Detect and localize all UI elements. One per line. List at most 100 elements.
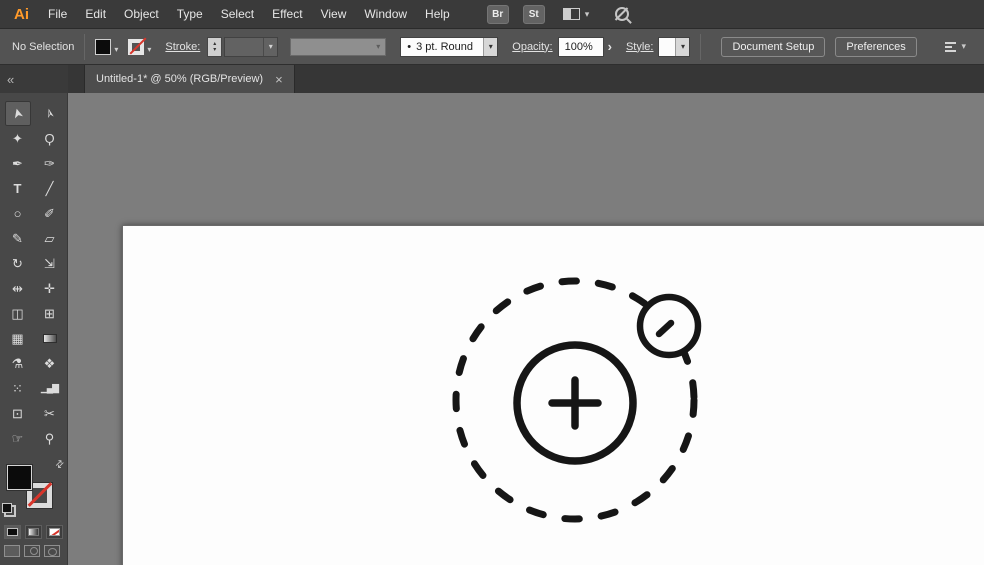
chevron-down-icon[interactable]: ▾ xyxy=(371,39,385,55)
tool-eraser[interactable]: ▱ xyxy=(37,226,63,251)
fill-swatch[interactable] xyxy=(7,465,32,490)
chevron-down-icon[interactable]: ▾ xyxy=(147,45,151,54)
stroke-weight-combo[interactable]: ▾ xyxy=(224,36,279,57)
style-combo[interactable]: ▾ xyxy=(658,36,691,57)
color-button[interactable] xyxy=(4,525,21,539)
menu-window[interactable]: Window xyxy=(355,0,416,29)
chevron-down-icon[interactable]: ▾ xyxy=(114,45,118,54)
tools-panel: ➤ ➢ ✦ Ϙ ✒ ✑ T ╱ ○ ✐ ✎ ▱ ↻ ⇲ ⇹ ✛ ◫ ⊞ ▦ ■ ⚗ ❖ ⁙ ▁▄▇ ⊡ ✂ ☞ ⚲ ⇄ xyxy=(0,93,68,565)
collapse-tools-panel-button[interactable]: « xyxy=(0,65,68,93)
eyedropper-icon: ⚗ xyxy=(11,356,24,371)
menubar-menus: File Edit Object Type Select Effect View Window… xyxy=(39,0,459,29)
menu-file[interactable]: File xyxy=(39,0,76,29)
fill-color-swatch[interactable] xyxy=(95,38,112,55)
tool-selection[interactable]: ➤ xyxy=(4,101,31,126)
tool-width[interactable]: ⇹ xyxy=(5,276,31,301)
color-mode-buttons xyxy=(4,525,63,539)
tool-symbol-sprayer[interactable]: ⁙ xyxy=(5,376,31,401)
tool-blend[interactable]: ❖ xyxy=(37,351,63,376)
width-profile-combo[interactable]: ▾ xyxy=(290,37,387,56)
align-dropdown[interactable]: ▾ xyxy=(945,41,966,52)
document-tab[interactable]: Untitled-1* @ 50% (RGB/Preview) × xyxy=(84,65,295,93)
curvature-icon: ✑ xyxy=(44,156,55,171)
divider xyxy=(84,33,86,60)
draw-inside-button[interactable] xyxy=(44,545,60,557)
chevron-down-icon[interactable]: ▾ xyxy=(263,37,277,56)
draw-behind-button[interactable] xyxy=(24,545,40,557)
tool-slice[interactable]: ✂ xyxy=(37,401,63,426)
stepper-down-icon[interactable]: ▾ xyxy=(213,47,216,53)
style-label[interactable]: Style: xyxy=(626,41,654,53)
atom-illustration[interactable] xyxy=(68,93,984,565)
chevron-right-icon[interactable]: › xyxy=(608,39,612,54)
chevron-down-icon[interactable]: ▾ xyxy=(675,37,690,56)
chevron-down-icon[interactable]: ▾ xyxy=(483,37,498,56)
tool-scale[interactable]: ⇲ xyxy=(37,251,63,276)
drawing-mode-buttons xyxy=(4,545,60,557)
stroke-color-swatch[interactable] xyxy=(128,38,145,55)
tool-lasso[interactable]: Ϙ xyxy=(37,126,63,151)
none-button[interactable] xyxy=(46,525,63,539)
shape-builder-icon: ◫ xyxy=(11,306,24,321)
menu-effect[interactable]: Effect xyxy=(263,0,311,29)
tool-line-segment[interactable]: ╱ xyxy=(37,176,63,201)
tool-ellipse[interactable]: ○ xyxy=(5,201,31,226)
style-value xyxy=(659,37,676,56)
default-fill-stroke-icon[interactable] xyxy=(2,503,16,517)
selection-icon: ➤ xyxy=(8,106,27,121)
brush-combo[interactable]: • 3 pt. Round ▾ xyxy=(400,36,499,57)
canvas-area[interactable] xyxy=(68,93,984,565)
tool-pen[interactable]: ✒ xyxy=(5,151,31,176)
tool-eyedropper[interactable]: ⚗ xyxy=(5,351,31,376)
tab-bar: « Untitled-1* @ 50% (RGB/Preview) × xyxy=(0,65,984,93)
tool-pencil[interactable]: ✎ xyxy=(5,226,31,251)
menu-edit[interactable]: Edit xyxy=(76,0,115,29)
gradient-button[interactable] xyxy=(25,525,42,539)
line-segment-icon: ╱ xyxy=(45,181,54,196)
tool-magic-wand[interactable]: ✦ xyxy=(5,126,31,151)
plus-icon[interactable] xyxy=(548,376,602,430)
mesh-icon: ▦ xyxy=(11,331,24,346)
tool-type[interactable]: T xyxy=(5,176,31,201)
gradient-icon xyxy=(28,528,39,536)
control-bar: No Selection ▾ ▾ Stroke: ▴ ▾ ▾ ▾ • 3 pt.… xyxy=(0,29,984,65)
direct-selection-icon: ➢ xyxy=(40,106,59,121)
bridge-button[interactable]: Br xyxy=(486,4,509,24)
pencil-icon: ✎ xyxy=(12,231,23,246)
document-setup-button[interactable]: Document Setup xyxy=(721,36,826,57)
close-tab-icon[interactable]: × xyxy=(275,72,283,87)
selection-status: No Selection xyxy=(12,40,75,53)
artboard-icon: ⊡ xyxy=(12,406,23,421)
menu-help[interactable]: Help xyxy=(416,0,459,29)
draw-normal-button[interactable] xyxy=(4,545,20,557)
tool-free-transform[interactable]: ✛ xyxy=(37,276,63,301)
menu-view[interactable]: View xyxy=(312,0,356,29)
tool-shape-builder[interactable]: ◫ xyxy=(5,301,31,326)
color-icon xyxy=(7,528,18,536)
arrange-documents-button[interactable]: ▾ xyxy=(562,8,589,20)
tool-column-graph[interactable]: ▁▄▇ xyxy=(37,376,63,401)
swap-fill-stroke-icon[interactable]: ⇄ xyxy=(53,458,67,472)
tool-artboard[interactable]: ⊡ xyxy=(5,401,31,426)
menu-select[interactable]: Select xyxy=(212,0,263,29)
menu-object[interactable]: Object xyxy=(115,0,168,29)
tool-mesh[interactable]: ▦ xyxy=(5,326,31,351)
stroke-label[interactable]: Stroke: xyxy=(165,41,200,53)
tool-zoom[interactable]: ⚲ xyxy=(37,426,63,451)
preferences-button[interactable]: Preferences xyxy=(835,36,917,57)
tool-curvature[interactable]: ✑ xyxy=(37,151,63,176)
stroke-weight-stepper[interactable]: ▴ ▾ xyxy=(207,36,223,57)
illustrator-window: Ai File Edit Object Type Select Effect View Win… xyxy=(0,0,984,565)
tool-paintbrush[interactable]: ✐ xyxy=(37,201,63,226)
tool-hand[interactable]: ☞ xyxy=(5,426,31,451)
opacity-label[interactable]: Opacity: xyxy=(512,41,552,53)
opacity-field[interactable]: 100% xyxy=(557,36,604,57)
menu-type[interactable]: Type xyxy=(168,0,212,29)
lens-slash-icon[interactable] xyxy=(615,7,630,21)
stock-button[interactable]: St xyxy=(522,4,545,24)
tool-gradient[interactable]: ■ xyxy=(37,326,63,351)
width-icon: ⇹ xyxy=(12,281,23,296)
tool-perspective-grid[interactable]: ⊞ xyxy=(37,301,63,326)
tool-direct-selection[interactable]: ➢ xyxy=(37,101,63,126)
tool-rotate[interactable]: ↻ xyxy=(5,251,31,276)
